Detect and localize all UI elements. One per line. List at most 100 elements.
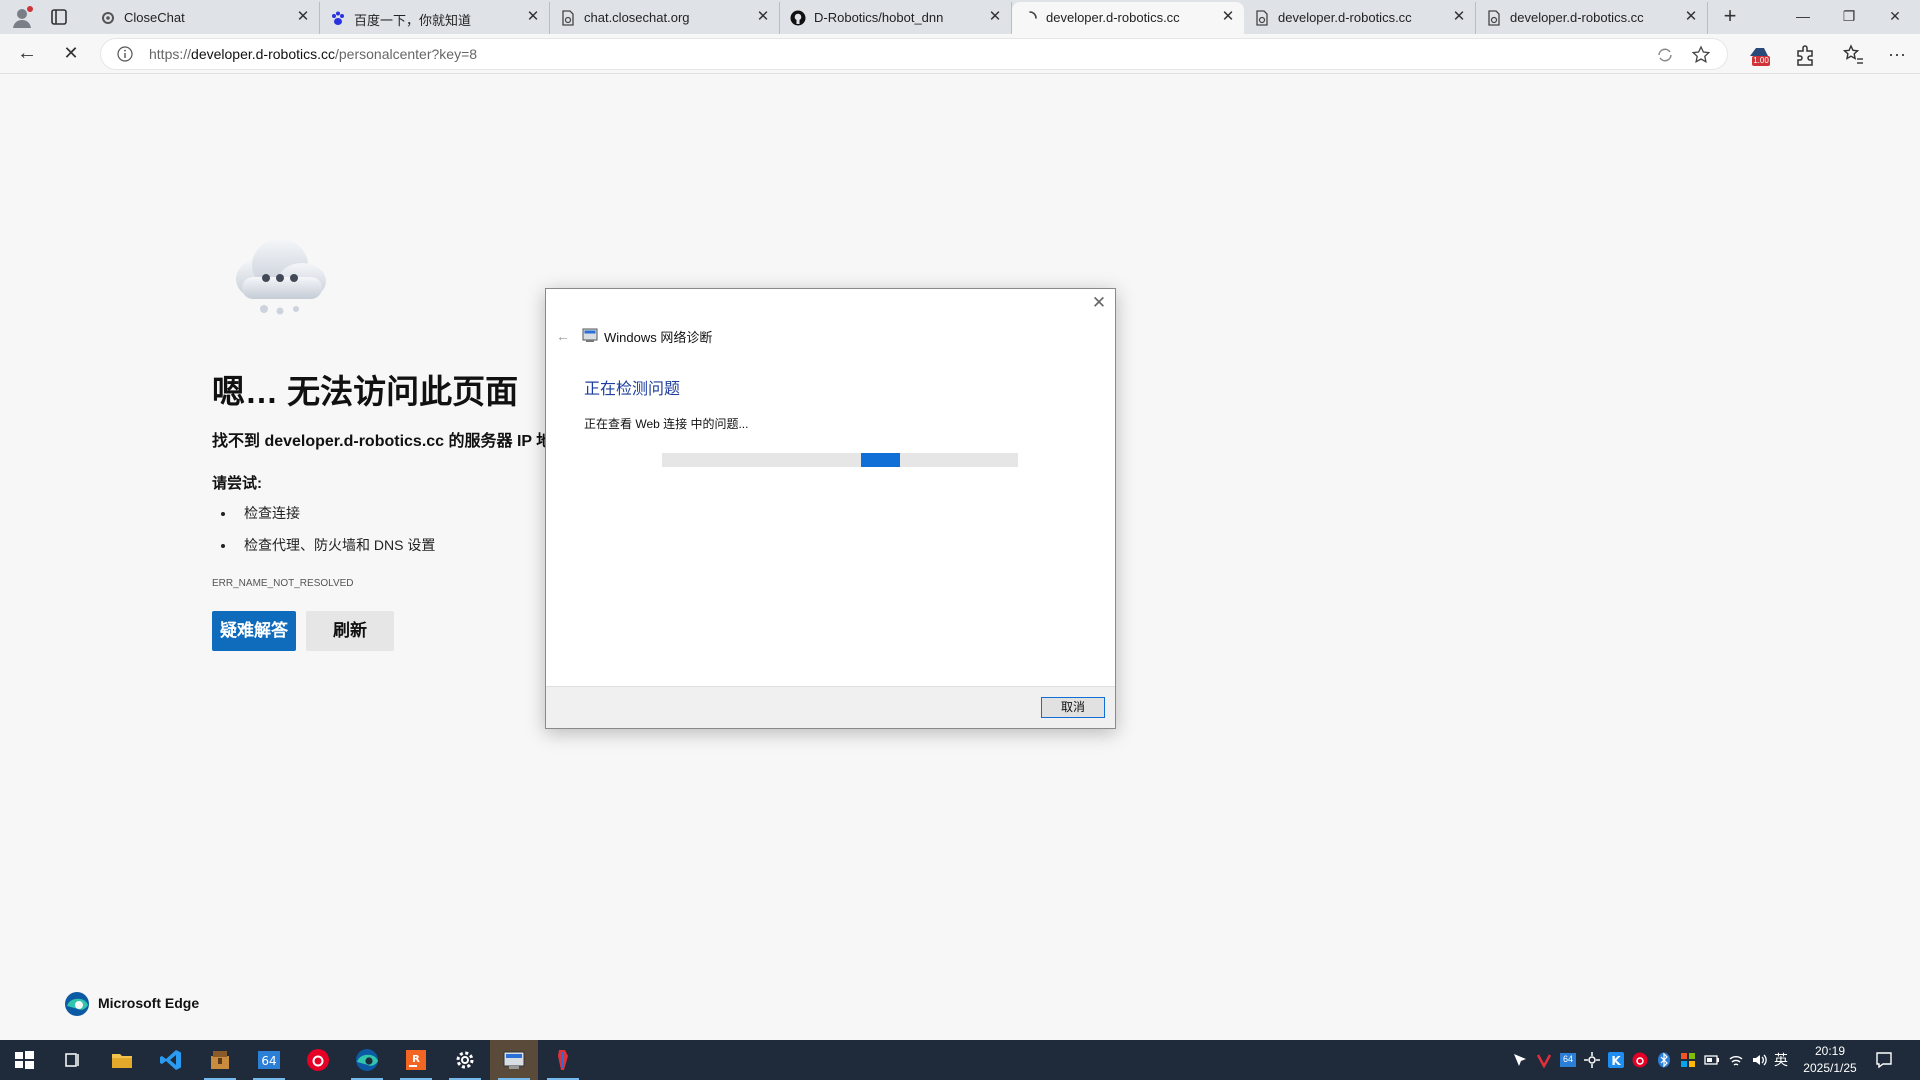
stop-loading-icon[interactable]: ✕: [56, 40, 86, 68]
extension-badge-icon[interactable]: 1.00: [1746, 42, 1772, 68]
settings-icon: [453, 1048, 477, 1072]
tab-title: developer.d-robotics.cc: [1510, 10, 1644, 25]
url-path: /personalcenter?key=8: [335, 46, 478, 62]
tab-baidu[interactable]: 百度一下，你就知道 ✕: [320, 2, 550, 34]
more-menu-icon[interactable]: ···: [1884, 42, 1910, 68]
extensions-puzzle-icon[interactable]: [1792, 42, 1818, 68]
loading-spinner-icon: [1022, 10, 1038, 26]
network-diagnostics-app-icon: [582, 327, 598, 343]
notification-center-icon[interactable]: [1874, 1050, 1894, 1070]
progress-bar-fill: [861, 453, 900, 467]
tab-close-icon[interactable]: ✕: [1451, 9, 1467, 25]
favorites-icon[interactable]: [1840, 42, 1866, 68]
tab-github-hobot-dnn[interactable]: D-Robotics/hobot_dnn ✕: [780, 2, 1012, 34]
dialog-heading: 正在检测问题: [584, 381, 681, 398]
system-clock[interactable]: 20:19 2025/1/25: [1800, 1043, 1860, 1077]
tab-chat-closechat[interactable]: chat.closechat.org ✕: [550, 2, 780, 34]
task-view-button[interactable]: [48, 1040, 96, 1080]
tab-title: developer.d-robotics.cc: [1278, 10, 1412, 25]
favorite-star-icon[interactable]: [1691, 45, 1711, 65]
error-title: 嗯… 无法访问此页面: [212, 373, 519, 410]
tray-badge-text: 64: [1562, 1054, 1573, 1064]
site-info-icon[interactable]: [117, 46, 133, 62]
taskbar-network-diagnostics[interactable]: [490, 1040, 538, 1080]
windows-taskbar: 64 R 64 K 英 20:19 2025/1/25: [0, 1040, 1920, 1080]
taskbar-netease-music[interactable]: [294, 1040, 342, 1080]
tab-close-icon[interactable]: ✕: [1683, 9, 1699, 25]
cancel-button[interactable]: 取消: [1041, 697, 1105, 718]
tray-security-icon[interactable]: [1680, 1052, 1696, 1068]
address-bar[interactable]: https://developer.d-robotics.cc/personal…: [100, 38, 1728, 70]
tray-cursor-app-icon[interactable]: [1512, 1052, 1528, 1068]
archive-icon: [208, 1048, 232, 1072]
refresh-button[interactable]: 刷新: [306, 611, 394, 651]
try-label: 请尝试:: [212, 475, 262, 492]
tab-close-icon[interactable]: ✕: [295, 9, 311, 25]
clock-date: 2025/1/25: [1803, 1061, 1857, 1075]
tab-title: D-Robotics/hobot_dnn: [814, 10, 944, 25]
taskbar-edge[interactable]: [343, 1040, 391, 1080]
tray-bluetooth-settings-icon[interactable]: [1584, 1052, 1600, 1068]
tab-actions-menu-icon[interactable]: [47, 6, 71, 28]
taskbar-file-explorer[interactable]: [98, 1040, 146, 1080]
progress-bar: [662, 453, 1018, 467]
new-tab-plus-icon[interactable]: +: [1717, 4, 1743, 30]
tab-title: 百度一下，你就知道: [354, 13, 472, 28]
tab-close-icon[interactable]: ✕: [755, 9, 771, 25]
taskbar-archive-app[interactable]: [196, 1040, 244, 1080]
netease-music-icon: [306, 1048, 330, 1072]
error-code: ERR_NAME_NOT_RESOLVED: [212, 578, 354, 589]
edge-brand-name: Microsoft Edge: [98, 995, 200, 1011]
browser-tab-strip: CloseChat ✕ 百度一下，你就知道 ✕ chat.closechat.o…: [0, 0, 1920, 34]
dialog-back-arrow-icon[interactable]: ←: [554, 327, 572, 345]
tray-bluetooth-icon[interactable]: [1656, 1052, 1672, 1068]
tray-netease-icon[interactable]: [1632, 1052, 1648, 1068]
tab-title: chat.closechat.org: [584, 10, 690, 25]
url-scheme: https://: [149, 46, 192, 62]
jetbrains-icon: R: [404, 1048, 428, 1072]
taskbar-app-64[interactable]: 64: [245, 1040, 293, 1080]
tab-close-icon[interactable]: ✕: [987, 9, 1003, 25]
svg-text:R: R: [412, 1054, 420, 1065]
tab-close-icon[interactable]: ✕: [525, 9, 541, 25]
tray-battery-icon[interactable]: [1704, 1052, 1720, 1068]
tray-wifi-icon[interactable]: [1728, 1052, 1744, 1068]
tab-closechat[interactable]: CloseChat ✕: [90, 2, 320, 34]
tab-close-icon[interactable]: ✕: [1220, 9, 1236, 25]
taskbar-vscode[interactable]: [147, 1040, 195, 1080]
ime-indicator[interactable]: 英: [1774, 1052, 1794, 1068]
baidu-paw-icon: [330, 10, 346, 26]
tab-developer-d-robotics-active[interactable]: developer.d-robotics.cc ✕: [1012, 2, 1244, 34]
minimize-icon[interactable]: —: [1780, 0, 1826, 34]
tray-app-64-icon[interactable]: 64: [1560, 1052, 1576, 1068]
translate-refresh-icon[interactable]: [1655, 45, 1675, 65]
back-arrow-icon[interactable]: ←: [12, 40, 42, 68]
restore-icon[interactable]: ❐: [1826, 0, 1872, 34]
tray-red-app-icon[interactable]: [1536, 1052, 1552, 1069]
troubleshoot-button[interactable]: 疑难解答: [212, 611, 296, 651]
browser-toolbar: ← ✕ https://developer.d-robotics.cc/pers…: [0, 34, 1920, 74]
url-text[interactable]: https://developer.d-robotics.cc/personal…: [149, 46, 477, 62]
tab-developer-d-robotics[interactable]: developer.d-robotics.cc ✕: [1476, 2, 1708, 34]
app-64-icon: 64: [257, 1048, 281, 1072]
edge-icon: [355, 1048, 379, 1072]
network-diagnostics-icon: [502, 1048, 526, 1072]
taskbar-jetbrains-app[interactable]: R: [392, 1040, 440, 1080]
start-button[interactable]: [0, 1040, 48, 1080]
suggestion-check-proxy-dns: 检查代理、防火墙和 DNS 设置: [236, 535, 435, 567]
close-window-icon[interactable]: ✕: [1872, 0, 1918, 34]
taskbar-settings[interactable]: [441, 1040, 489, 1080]
clock-time: 20:19: [1814, 1044, 1846, 1058]
profile-avatar-icon[interactable]: [10, 5, 34, 29]
tray-volume-icon[interactable]: [1752, 1052, 1768, 1068]
github-icon: [790, 10, 806, 26]
tray-k-app-icon[interactable]: K: [1608, 1052, 1624, 1068]
gear-icon: [100, 10, 116, 26]
taskbar-hobot-app[interactable]: [539, 1040, 587, 1080]
tab-developer-d-robotics[interactable]: developer.d-robotics.cc ✕: [1244, 2, 1476, 34]
dialog-close-icon[interactable]: ✕: [1089, 293, 1109, 313]
page-icon: [560, 10, 576, 26]
page-icon: [1486, 10, 1502, 26]
start-icon: [12, 1048, 36, 1072]
network-diagnostics-dialog: ✕ ← Windows 网络诊断 正在检测问题 正在查看 Web 连接 中的问题…: [545, 288, 1116, 729]
